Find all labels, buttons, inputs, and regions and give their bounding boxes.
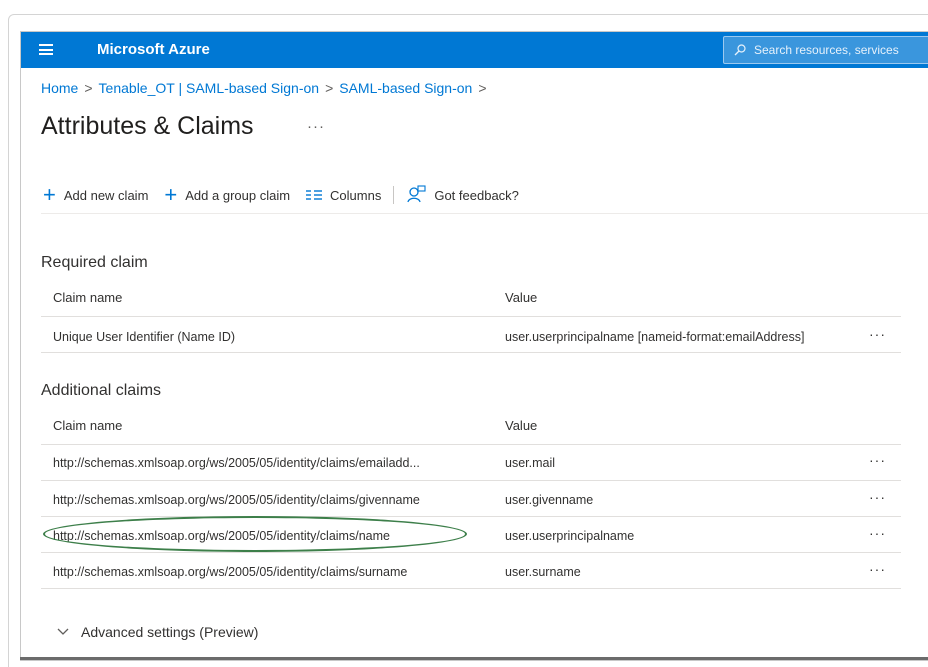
feedback-button[interactable]: Got feedback? bbox=[406, 185, 519, 205]
chevron-down-icon bbox=[57, 628, 69, 635]
breadcrumb: Home > Tenable_OT | SAML-based Sign-on > SAM… bbox=[41, 80, 493, 96]
add-new-claim-button[interactable]: + Add new claim bbox=[43, 182, 149, 207]
claim-name-givenname[interactable]: http://schemas.xmlsoap.org/ws/2005/05/id… bbox=[53, 493, 420, 507]
required-row-more-icon[interactable]: ··· bbox=[869, 326, 886, 342]
plus-icon: + bbox=[164, 182, 178, 207]
claim-value-mail[interactable]: user.mail bbox=[505, 456, 555, 470]
brand-title[interactable]: Microsoft Azure bbox=[97, 41, 210, 58]
claim-name-surname[interactable]: http://schemas.xmlsoap.org/ws/2005/05/id… bbox=[53, 565, 407, 579]
add-group-claim-label: Add a group claim bbox=[185, 187, 291, 203]
window-bottom-shadow bbox=[20, 657, 928, 660]
toolbar-divider bbox=[393, 186, 395, 204]
breadcrumb-separator: > bbox=[84, 80, 93, 96]
claim-value-surname[interactable]: user.surname bbox=[505, 565, 581, 579]
breadcrumb-separator: > bbox=[325, 80, 334, 96]
add-group-claim-button[interactable]: + Add a group claim bbox=[164, 182, 291, 207]
top-bar: Microsoft Azure Search resources, servic… bbox=[21, 32, 928, 68]
plus-icon: + bbox=[43, 182, 56, 207]
breadcrumb-saml-sso[interactable]: SAML-based Sign-on bbox=[339, 80, 472, 96]
advanced-settings-label: Advanced settings (Preview) bbox=[81, 624, 259, 640]
search-icon bbox=[734, 44, 746, 56]
row-more-icon[interactable]: ··· bbox=[869, 452, 886, 468]
table-divider bbox=[41, 552, 901, 553]
advanced-settings-toggle[interactable]: Advanced settings (Preview) bbox=[57, 624, 258, 640]
azure-portal-window: Microsoft Azure Search resources, servic… bbox=[20, 31, 928, 661]
required-claim-name-header: Claim name bbox=[53, 290, 123, 305]
breadcrumb-separator: > bbox=[478, 80, 487, 96]
search-input[interactable]: Search resources, services bbox=[723, 36, 928, 64]
claim-name-emailaddress[interactable]: http://schemas.xmlsoap.org/ws/2005/05/id… bbox=[53, 456, 420, 470]
row-more-icon[interactable]: ··· bbox=[869, 489, 886, 505]
claim-value-userprincipalname[interactable]: user.userprincipalname bbox=[505, 529, 634, 543]
additional-value-header: Value bbox=[505, 418, 538, 433]
breadcrumb-home[interactable]: Home bbox=[41, 80, 78, 96]
page-title: Attributes & Claims bbox=[41, 112, 254, 140]
required-claim-name[interactable]: Unique User Identifier (Name ID) bbox=[53, 330, 235, 344]
required-claim-value[interactable]: user.userprincipalname [nameid-format:em… bbox=[505, 330, 804, 344]
table-divider bbox=[41, 316, 901, 317]
claim-value-givenname[interactable]: user.givenname bbox=[505, 493, 593, 507]
row-more-icon[interactable]: ··· bbox=[869, 525, 886, 541]
feedback-icon bbox=[407, 185, 426, 203]
row-more-icon[interactable]: ··· bbox=[869, 561, 886, 577]
table-divider bbox=[41, 352, 901, 353]
columns-icon bbox=[306, 190, 323, 200]
feedback-label: Got feedback? bbox=[434, 187, 519, 203]
title-more-icon[interactable]: ··· bbox=[307, 118, 325, 135]
hamburger-menu-icon[interactable] bbox=[39, 44, 53, 55]
columns-label: Columns bbox=[330, 187, 382, 203]
required-claim-heading: Required claim bbox=[41, 254, 148, 271]
add-new-claim-label: Add new claim bbox=[63, 187, 149, 203]
table-divider bbox=[41, 480, 901, 481]
additional-claim-name-header: Claim name bbox=[53, 418, 123, 433]
required-value-header: Value bbox=[505, 290, 538, 305]
columns-button[interactable]: Columns bbox=[306, 188, 381, 203]
search-placeholder: Search resources, services bbox=[754, 43, 899, 57]
table-divider bbox=[41, 444, 901, 445]
additional-claims-heading: Additional claims bbox=[41, 382, 162, 399]
highlight-annotation-oval bbox=[43, 516, 467, 552]
command-bar: + Add new claim + Add a group claim Colu… bbox=[43, 182, 519, 208]
table-divider bbox=[41, 588, 901, 589]
breadcrumb-app-sso[interactable]: Tenable_OT | SAML-based Sign-on bbox=[99, 80, 320, 96]
toolbar-divider-line bbox=[41, 213, 928, 214]
